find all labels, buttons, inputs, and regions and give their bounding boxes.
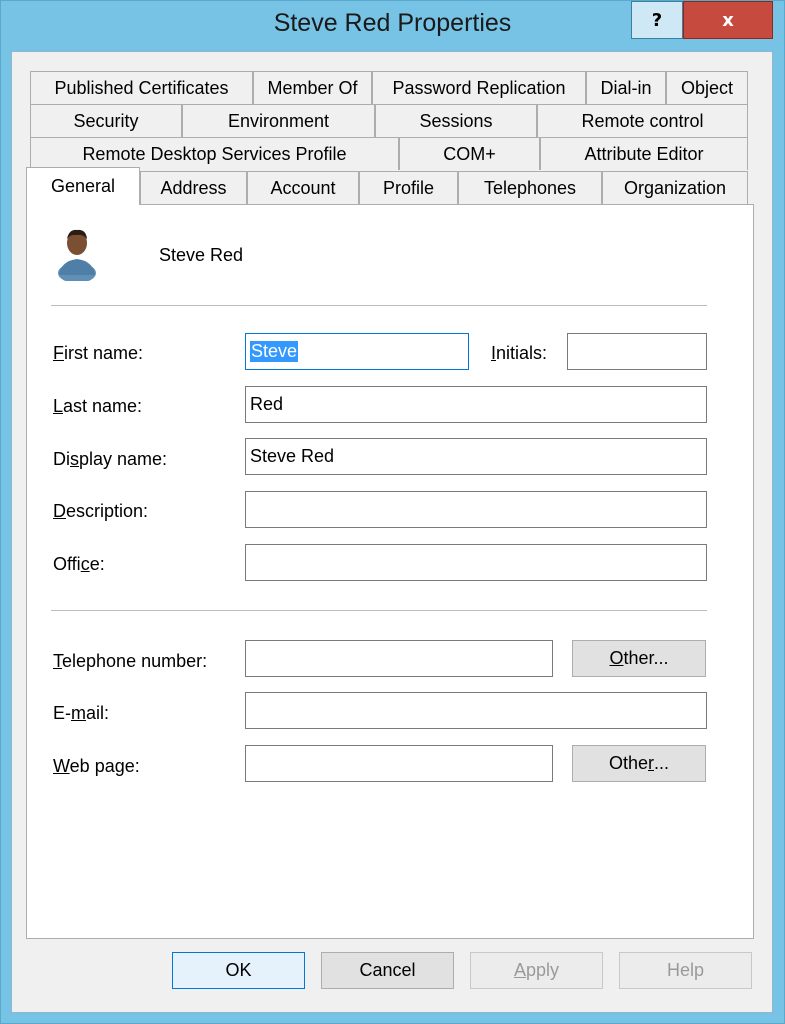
- description-input[interactable]: [245, 491, 707, 528]
- tab-organization[interactable]: Organization: [602, 171, 748, 204]
- tab-account[interactable]: Account: [247, 171, 359, 204]
- tab-profile[interactable]: Profile: [359, 171, 458, 204]
- user-icon: [58, 229, 96, 281]
- last-name-label: Last name:: [53, 396, 143, 416]
- telephone-other-button[interactable]: Other...: [572, 640, 706, 677]
- tab-remote-control[interactable]: Remote control: [537, 104, 748, 137]
- tab-remote-desktop-services-profile[interactable]: Remote Desktop Services Profile: [30, 137, 399, 170]
- telephone-input[interactable]: [245, 640, 553, 677]
- first-name-label: First name:: [53, 343, 144, 363]
- tab-address[interactable]: Address: [140, 171, 247, 204]
- dialog-client-area: Published Certificates Member Of Passwor…: [11, 51, 773, 1013]
- close-button[interactable]: x: [683, 1, 773, 39]
- web-page-input[interactable]: [245, 745, 553, 782]
- email-label: E-mail:: [53, 703, 110, 723]
- user-display-header: Steve Red: [159, 245, 244, 265]
- separator-middle: [51, 610, 707, 611]
- tab-sessions[interactable]: Sessions: [375, 104, 537, 137]
- tab-attribute-editor[interactable]: Attribute Editor: [540, 137, 748, 170]
- tab-object[interactable]: Object: [666, 71, 748, 104]
- ok-button[interactable]: OK: [172, 952, 305, 989]
- web-page-label: Web page:: [53, 756, 140, 776]
- tab-environment[interactable]: Environment: [182, 104, 375, 137]
- office-input[interactable]: [245, 544, 707, 581]
- apply-button[interactable]: Apply: [470, 952, 603, 989]
- help-title-button[interactable]: ?: [631, 1, 683, 39]
- separator-top: [51, 305, 707, 306]
- description-label: Description:: [53, 501, 149, 521]
- tab-password-replication[interactable]: Password Replication: [372, 71, 586, 104]
- office-label: Office:: [53, 554, 105, 574]
- general-tab-panel: Steve Red First name: Steve Initials: La…: [26, 204, 754, 939]
- last-name-input[interactable]: Red: [245, 386, 707, 423]
- email-input[interactable]: [245, 692, 707, 729]
- properties-window: Steve Red Properties ? x Published Certi…: [0, 0, 785, 1024]
- web-page-other-button[interactable]: Othe r...: [572, 745, 706, 782]
- tab-com-plus[interactable]: COM+: [399, 137, 540, 170]
- tab-dial-in[interactable]: Dial-in: [586, 71, 666, 104]
- help-icon: ?: [651, 9, 663, 31]
- cancel-button[interactable]: Cancel: [321, 952, 454, 989]
- close-icon: x: [722, 9, 734, 31]
- tab-security[interactable]: Security: [30, 104, 182, 137]
- initials-label: Initials:: [491, 343, 548, 363]
- first-name-input[interactable]: Steve: [245, 333, 469, 370]
- tab-telephones[interactable]: Telephones: [458, 171, 602, 204]
- telephone-label: Telephone number:: [53, 651, 208, 671]
- display-name-label: Display name:: [53, 449, 168, 469]
- help-button[interactable]: Help: [619, 952, 752, 989]
- display-name-input[interactable]: Steve Red: [245, 438, 707, 475]
- tab-published-certificates[interactable]: Published Certificates: [30, 71, 253, 104]
- initials-input[interactable]: [567, 333, 707, 370]
- title-bar[interactable]: Steve Red Properties ? x: [1, 1, 784, 51]
- tab-member-of[interactable]: Member Of: [253, 71, 372, 104]
- tab-general[interactable]: General: [26, 167, 140, 205]
